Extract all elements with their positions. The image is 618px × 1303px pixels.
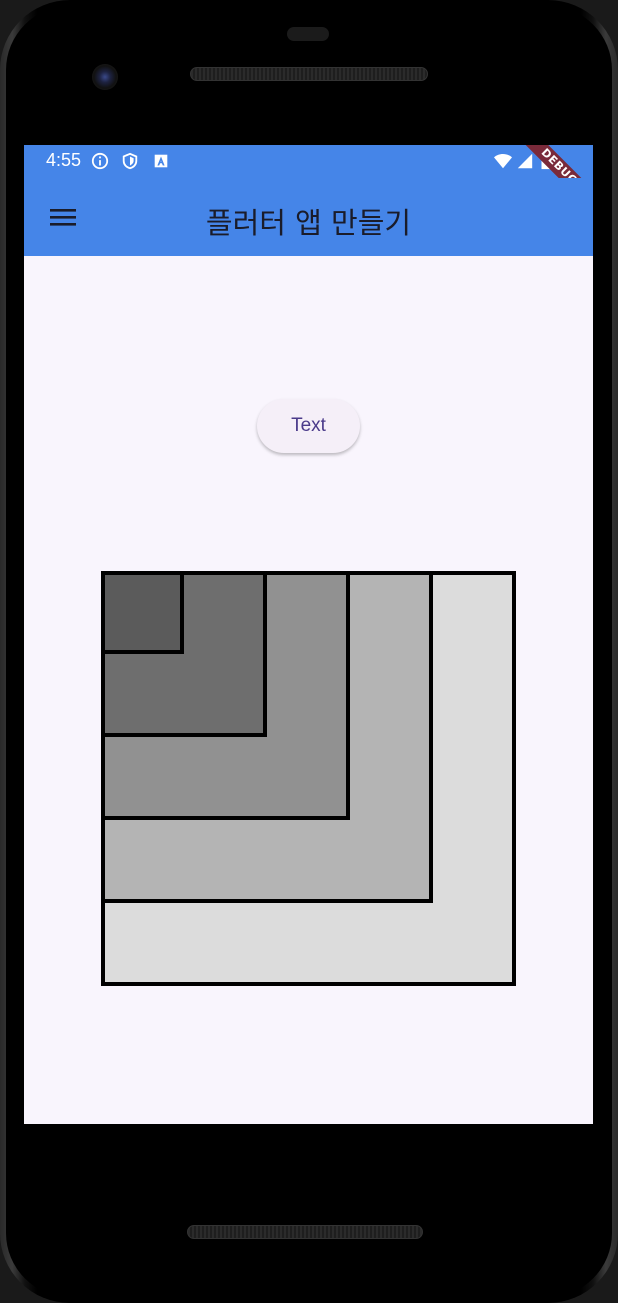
top-speaker-grille (190, 67, 428, 81)
app-bar: 플러터 앱 만들기 (24, 178, 593, 256)
phone-frame: 4:55 DEBUG 플러터 앱 만들기 Text (0, 0, 618, 1303)
front-camera (92, 64, 118, 90)
app-title: 플러터 앱 만들기 (205, 206, 412, 240)
a-box-icon (154, 154, 168, 168)
app-screen: 4:55 DEBUG 플러터 앱 만들기 Text (24, 145, 593, 1124)
bottom-speaker-grille (187, 1225, 423, 1239)
box-level-5 (101, 571, 184, 654)
status-bar: 4:55 DEBUG (24, 145, 593, 223)
shield-icon (122, 152, 138, 170)
wifi-icon (494, 154, 512, 169)
status-time: 4:55 (46, 150, 82, 170)
info-icon (91, 152, 109, 170)
earpiece (287, 27, 329, 41)
text-button[interactable]: Text (257, 399, 360, 453)
cellular-icon (517, 153, 533, 169)
